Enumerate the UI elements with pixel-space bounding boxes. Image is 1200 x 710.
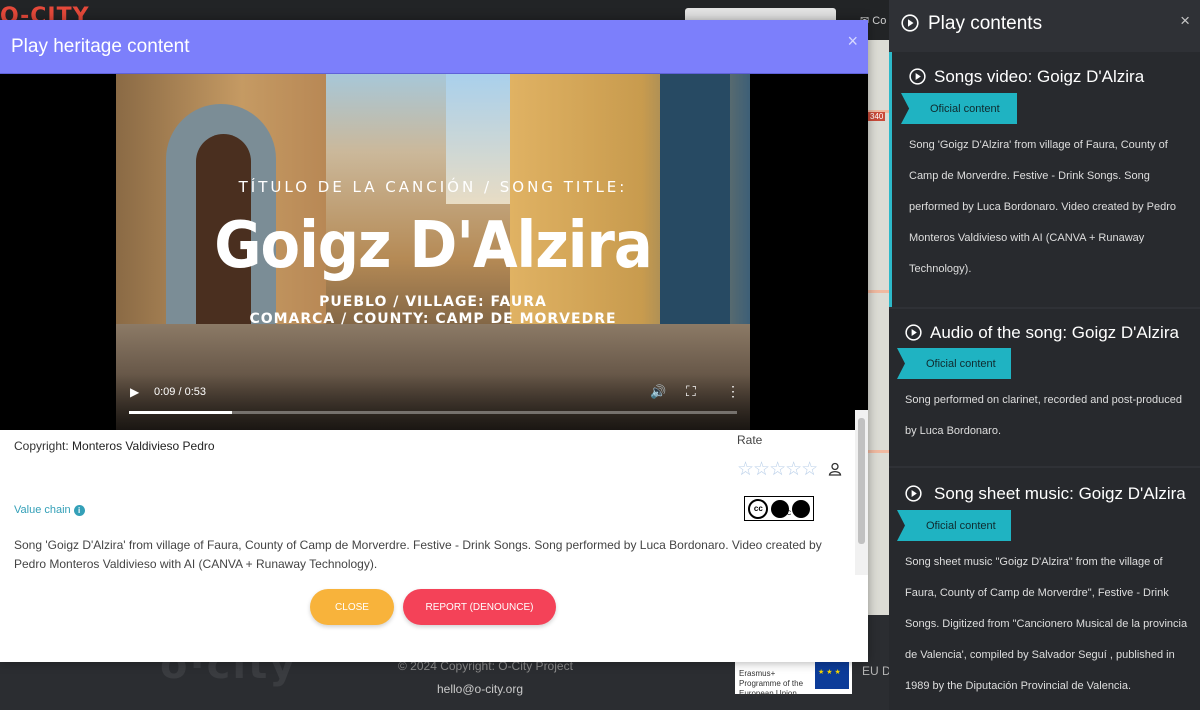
copyright-value: Monteros Valdivieso Pedro <box>72 439 215 453</box>
content-item-title: Audio of the song: Goigz D'Alzira <box>930 323 1179 342</box>
copyright-label: Copyright: <box>14 439 69 453</box>
eu-flag-icon <box>815 659 849 689</box>
video-subtitle: TÍTULO DE LA CANCIÓN / SONG TITLE: <box>238 178 628 196</box>
eu-programme-text: Erasmus+ Programme of the European Union <box>739 669 804 698</box>
content-item-description: Song performed on clarinet, recorded and… <box>905 394 1183 437</box>
rating-stars[interactable]: ☆☆☆☆☆ <box>737 458 818 481</box>
official-content-badge: Oficial content <box>897 510 1011 541</box>
content-item-title: Songs video: Goigz D'Alzira <box>934 67 1145 86</box>
info-icon: i <box>73 505 85 516</box>
play-contents-panel: Play contents × Songs video: Goigz D'Alz… <box>889 0 1200 710</box>
modal-title: Play heritage content <box>11 36 190 57</box>
content-item-audio[interactable]: Audio of the song: Goigz D'Alzira Oficia… <box>889 309 1200 466</box>
cc-icon: cc <box>748 498 769 519</box>
cc-license-badge[interactable]: cc BY NC <box>744 496 814 521</box>
content-item-sheet-music[interactable]: Song sheet music: Goigz D'Alzira Oficial… <box>889 468 1200 710</box>
official-content-badge: Oficial content <box>897 348 1011 379</box>
modal-close-icon[interactable]: × <box>847 31 858 52</box>
rate-label: Rate <box>737 433 763 447</box>
content-item-description: Song sheet music "Goigz D'Alzira" from t… <box>905 556 1188 692</box>
video-progress-bar[interactable] <box>129 411 737 414</box>
video-player[interactable]: TÍTULO DE LA CANCIÓN / SONG TITLE: Goigz… <box>0 74 868 430</box>
volume-icon[interactable]: 🔊 <box>650 384 666 400</box>
footer-email-link[interactable]: hello@o-city.org <box>437 682 523 696</box>
cc-nc-icon <box>791 499 810 518</box>
more-options-icon[interactable]: ⋮ <box>726 383 740 400</box>
value-chain-link[interactable]: Value chain i <box>14 504 85 516</box>
play-circle-icon <box>905 485 922 502</box>
report-button[interactable]: REPORT (DENOUNCE) <box>403 589 556 625</box>
value-chain-label: Value chain <box>14 504 71 516</box>
cc-license-text: BY NC <box>773 511 792 517</box>
play-circle-icon <box>905 324 922 341</box>
modal-scrollbar[interactable] <box>855 410 868 575</box>
play-circle-icon <box>909 68 926 85</box>
user-icon[interactable] <box>828 462 842 476</box>
content-description: Song 'Goigz D'Alzira' from village of Fa… <box>14 538 822 571</box>
side-panel-header: Play contents × <box>889 0 1200 50</box>
header-nav-label: Co <box>872 15 887 27</box>
video-song-title: Goigz D'Alzira <box>214 209 652 283</box>
side-panel-title: Play contents <box>928 13 1043 34</box>
video-frame[interactable]: TÍTULO DE LA CANCIÓN / SONG TITLE: Goigz… <box>116 74 750 430</box>
video-county: COMARCA / COUNTY: CAMP DE MORVEDRE <box>249 311 617 327</box>
modal-scrollbar-thumb[interactable] <box>858 418 865 544</box>
video-village: PUEBLO / VILLAGE: FAURA <box>319 294 547 310</box>
video-controls: ▶ 0:09 / 0:53 🔊 ⛶ ⋮ <box>116 374 750 430</box>
modal-header: Play heritage content × <box>0 20 868 74</box>
official-content-badge: Oficial content <box>901 93 1017 124</box>
content-item-title: Song sheet music: Goigz D'Alzira <box>934 484 1186 503</box>
copyright-line: Copyright: Monteros Valdivieso Pedro <box>14 439 215 453</box>
map-route-label: 340 <box>868 112 886 121</box>
fullscreen-icon[interactable]: ⛶ <box>686 383 696 400</box>
content-item-description: Song 'Goigz D'Alzira' from village of Fa… <box>909 139 1177 275</box>
video-time: 0:09 / 0:53 <box>154 386 206 398</box>
content-item-video[interactable]: Songs video: Goigz D'Alzira Oficial cont… <box>889 52 1200 307</box>
play-icon[interactable]: ▶ <box>130 385 139 399</box>
video-progress-fill <box>129 411 233 414</box>
side-panel-close-icon[interactable]: × <box>1180 11 1190 31</box>
close-button[interactable]: CLOSE <box>310 589 394 625</box>
play-circle-icon <box>901 14 919 32</box>
